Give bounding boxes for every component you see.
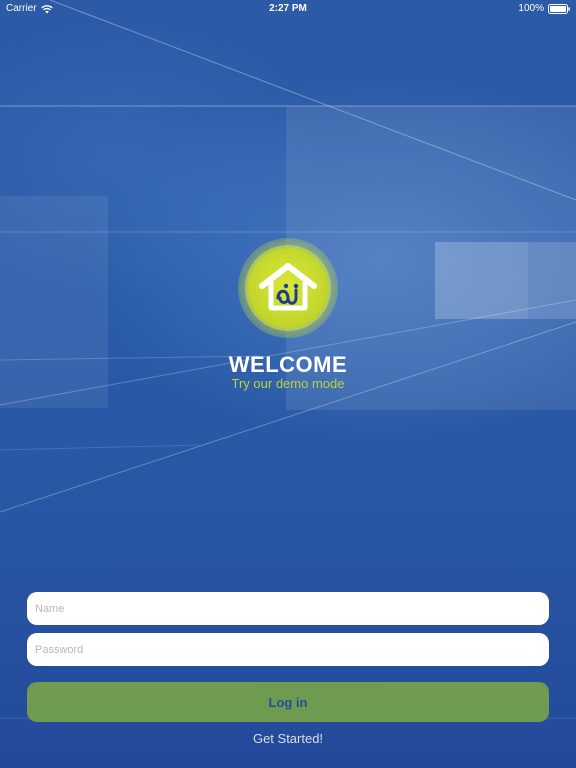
welcome-title: WELCOME	[228, 352, 348, 377]
battery-icon	[548, 3, 570, 14]
house-logo-icon	[259, 263, 317, 311]
name-input[interactable]	[27, 592, 549, 625]
logo-circle	[248, 248, 328, 328]
battery-group: 100%	[518, 3, 570, 14]
status-bar: Carrier 2:27 PM 100%	[0, 0, 576, 18]
password-input[interactable]	[27, 633, 549, 666]
app-logo	[238, 238, 338, 338]
get-started-link[interactable]: Get Started!	[0, 731, 576, 746]
battery-percent: 100%	[518, 3, 544, 14]
demo-mode-link[interactable]: Try our demo mode	[0, 376, 576, 391]
login-screen: Carrier 2:27 PM 100% WELCOME Try our dem…	[0, 0, 576, 768]
login-button[interactable]: Log in	[27, 682, 549, 722]
status-time: 2:27 PM	[269, 3, 307, 14]
